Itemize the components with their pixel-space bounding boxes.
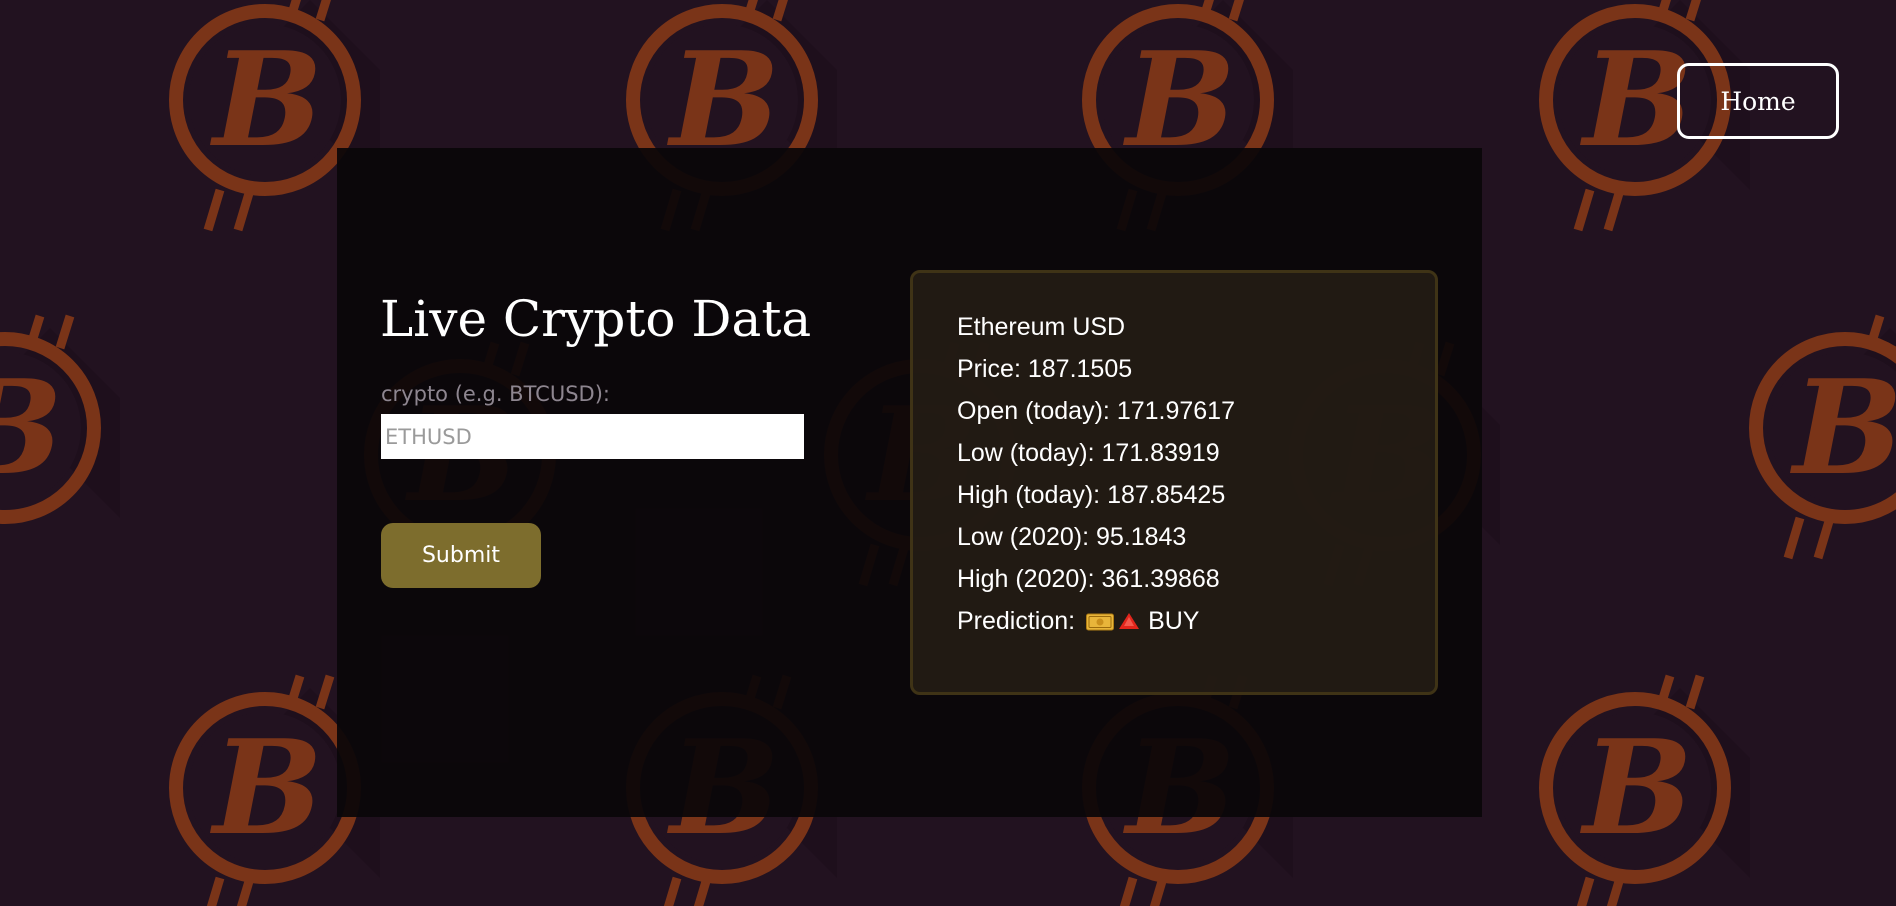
data-row-price: Price: 187.1505 xyxy=(957,348,1391,390)
data-row-value: 95.1843 xyxy=(1095,523,1187,551)
data-row-label: Price: xyxy=(957,355,1028,383)
data-row-value: 187.1505 xyxy=(1027,355,1133,383)
data-row-value: 171.83919 xyxy=(1101,439,1220,467)
red-up-triangle-icon xyxy=(1118,601,1140,629)
svg-text:B: B xyxy=(1579,23,1693,176)
svg-text:B: B xyxy=(1789,351,1896,504)
crypto-data-card: Ethereum USD Price: 187.1505 Open (today… xyxy=(910,270,1438,695)
prediction-value: BUY xyxy=(1148,607,1200,635)
svg-text:B: B xyxy=(0,351,63,504)
data-row-value: 361.39868 xyxy=(1101,565,1220,593)
data-row-value: 171.97617 xyxy=(1116,397,1235,425)
crypto-input[interactable] xyxy=(381,414,804,459)
crypto-input-label: crypto (e.g. BTCUSD): xyxy=(381,382,610,406)
submit-button[interactable]: Submit xyxy=(381,523,541,588)
data-row-label: Low (2020): xyxy=(957,523,1096,551)
data-row-value: 187.85425 xyxy=(1107,481,1226,509)
crypto-name: Ethereum USD xyxy=(957,313,1126,341)
money-bill-icon xyxy=(1086,602,1115,631)
svg-text:B: B xyxy=(1579,711,1693,864)
prediction-label: Prediction: xyxy=(957,607,1083,635)
svg-text:B: B xyxy=(209,711,323,864)
data-row-label: High (2020): xyxy=(957,565,1102,593)
data-row-low-2020: Low (2020): 95.1843 xyxy=(957,516,1391,558)
bitcoin-logo-icon: B xyxy=(0,308,120,588)
page-title: Live Crypto Data xyxy=(380,290,812,348)
data-row-label: High (today): xyxy=(957,481,1108,509)
data-row-label: Open (today): xyxy=(957,397,1117,425)
data-row-open-today: Open (today): 171.97617 xyxy=(957,390,1391,432)
main-panel: Live Crypto Data crypto (e.g. BTCUSD): S… xyxy=(337,148,1482,817)
home-button[interactable]: Home xyxy=(1677,63,1839,139)
data-row-low-today: Low (today): 171.83919 xyxy=(957,432,1391,474)
data-row-label: Low (today): xyxy=(957,439,1102,467)
bitcoin-logo-icon: B xyxy=(1520,668,1750,906)
data-row-high-today: High (today): 187.85425 xyxy=(957,474,1391,516)
bitcoin-logo-icon: B xyxy=(1730,308,1896,588)
prediction-row: Prediction: BUY xyxy=(957,600,1391,642)
data-row-high-2020: High (2020): 361.39868 xyxy=(957,558,1391,600)
svg-text:B: B xyxy=(209,23,323,176)
